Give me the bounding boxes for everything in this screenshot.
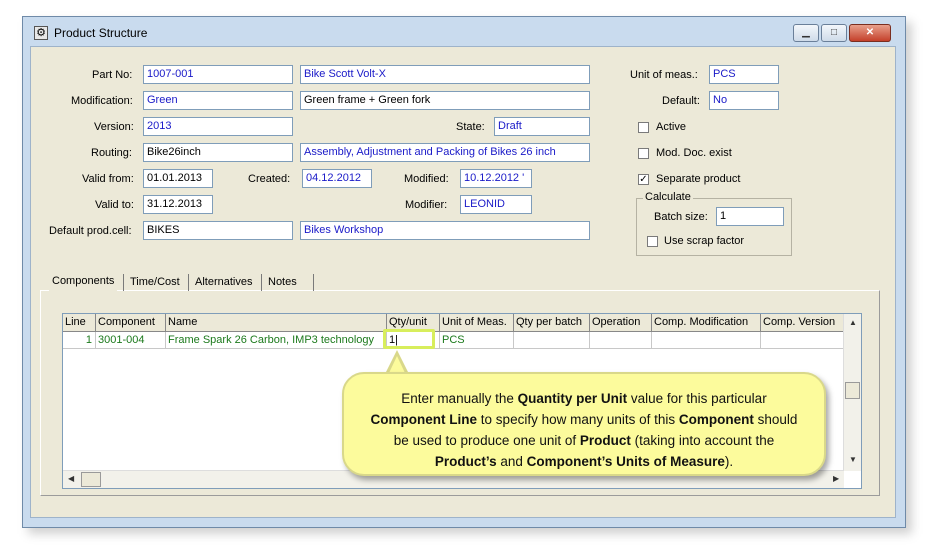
col-header-comp-modification[interactable]: Comp. Modification [652, 314, 761, 332]
tab-separator [188, 274, 189, 291]
modification-desc-field[interactable]: Green frame + Green fork [300, 91, 590, 110]
part-no-field[interactable]: 1007-001 [143, 65, 293, 84]
scroll-left-icon[interactable]: ◀ [68, 474, 74, 483]
scrap-factor-checkbox[interactable] [647, 236, 658, 247]
routing-field[interactable]: Bike26inch [143, 143, 293, 162]
maximize-button[interactable]: □ [821, 24, 847, 42]
scroll-up-icon[interactable]: ▲ [849, 318, 857, 327]
tab-components[interactable]: Components [49, 270, 118, 292]
modification-label: Modification: [71, 95, 133, 107]
vertical-scrollbar[interactable]: ▲ ▼ [843, 314, 861, 471]
vertical-scroll-thumb[interactable] [845, 382, 860, 399]
routing-label: Routing: [91, 147, 132, 159]
mod-doc-label: Mod. Doc. exist [656, 147, 732, 159]
valid-from-field[interactable]: 01.01.2013 [143, 169, 213, 188]
version-field[interactable]: 2013 [143, 117, 293, 136]
batch-size-label: Batch size: [654, 211, 708, 223]
uom-label: Unit of meas.: [630, 69, 698, 81]
cell-comp-modification[interactable] [652, 332, 761, 349]
cell-qty-batch[interactable] [514, 332, 590, 349]
tab-alternatives[interactable]: Alternatives [192, 271, 255, 293]
tab-time-cost[interactable]: Time/Cost [127, 271, 183, 293]
uom-field[interactable]: PCS [709, 65, 779, 84]
prod-cell-label: Default prod.cell: [49, 225, 132, 237]
prod-cell-field[interactable]: BIKES [143, 221, 293, 240]
state-label: State: [456, 121, 485, 133]
separate-product-checkbox[interactable]: ✓ [638, 174, 649, 185]
col-header-component[interactable]: Component [96, 314, 166, 332]
scrap-factor-label: Use scrap factor [664, 235, 745, 247]
modified-field[interactable]: 10.12.2012 ' [460, 169, 532, 188]
close-button[interactable]: ✕ [849, 24, 891, 42]
default-label: Default: [662, 95, 700, 107]
created-label: Created: [248, 173, 291, 185]
calculate-group-title: Calculate [643, 191, 693, 203]
modification-field[interactable]: Green [143, 91, 293, 110]
col-header-qty-batch[interactable]: Qty per batch [514, 314, 590, 332]
close-icon: ✕ [865, 27, 875, 38]
routing-desc-field[interactable]: Assembly, Adjustment and Packing of Bike… [300, 143, 590, 162]
valid-from-label: Valid from: [82, 173, 134, 185]
maximize-icon: □ [830, 27, 838, 38]
scroll-down-icon[interactable]: ▼ [849, 455, 857, 464]
valid-to-label: Valid to: [95, 199, 134, 211]
col-header-operation[interactable]: Operation [590, 314, 652, 332]
minimize-button[interactable]: ▁ [793, 24, 819, 42]
part-no-label: Part No: [92, 69, 133, 81]
tab-separator [313, 274, 314, 291]
cell-comp-version[interactable] [761, 332, 846, 349]
cell-name[interactable]: Frame Spark 26 Carbon, IMP3 technology [166, 332, 387, 349]
cell-component[interactable]: 3001-004 [96, 332, 166, 349]
modified-label: Modified: [404, 173, 449, 185]
separate-product-label: Separate product [656, 173, 741, 185]
created-field[interactable]: 04.12.2012 [302, 169, 372, 188]
valid-to-field[interactable]: 31.12.2013 [143, 195, 213, 214]
tab-notes[interactable]: Notes [265, 271, 300, 293]
prod-cell-desc-field[interactable]: Bikes Workshop [300, 221, 590, 240]
col-header-line[interactable]: Line [63, 314, 96, 332]
col-header-name[interactable]: Name [166, 314, 387, 332]
title-bar[interactable]: ⚙ Product Structure ▁ □ ✕ [23, 17, 905, 45]
active-label: Active [656, 121, 686, 133]
app-icon: ⚙ [34, 26, 48, 40]
window-title: Product Structure [54, 26, 148, 40]
part-name-field[interactable]: Bike Scott Volt-X [300, 65, 590, 84]
state-field[interactable]: Draft [494, 117, 590, 136]
tab-separator [261, 274, 262, 291]
col-header-uom[interactable]: Unit of Meas. [440, 314, 514, 332]
modifier-field[interactable]: LEONID [460, 195, 532, 214]
cell-operation[interactable] [590, 332, 652, 349]
callout-pointer-fill [389, 356, 405, 373]
qty-cell-highlight [383, 329, 435, 349]
horizontal-scroll-thumb[interactable] [81, 472, 101, 487]
mod-doc-checkbox[interactable] [638, 148, 649, 159]
scroll-right-icon[interactable]: ▶ [833, 474, 839, 483]
default-field[interactable]: No [709, 91, 779, 110]
cell-line[interactable]: 1 [63, 332, 96, 349]
modifier-label: Modifier: [405, 199, 448, 211]
batch-size-field[interactable]: 1 [716, 207, 784, 226]
minimize-icon: ▁ [802, 27, 810, 38]
help-callout: Enter manually the Quantity per Unit val… [342, 372, 826, 476]
version-label: Version: [94, 121, 134, 133]
col-header-comp-version[interactable]: Comp. Version [761, 314, 846, 332]
active-checkbox[interactable] [638, 122, 649, 133]
tab-separator [123, 274, 124, 291]
cell-uom[interactable]: PCS [440, 332, 514, 349]
